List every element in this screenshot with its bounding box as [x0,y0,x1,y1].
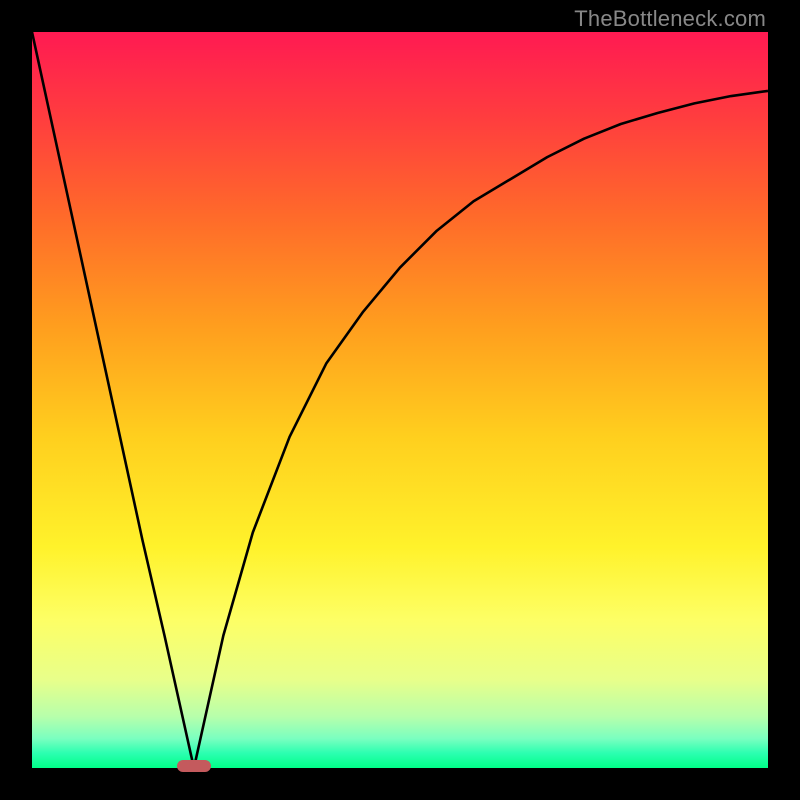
optimal-marker [177,760,211,772]
chart-frame: TheBottleneck.com [0,0,800,800]
chart-plot-area [32,32,768,768]
chart-svg [32,32,768,768]
watermark-text: TheBottleneck.com [574,6,766,32]
bottleneck-curve-path [32,32,768,768]
